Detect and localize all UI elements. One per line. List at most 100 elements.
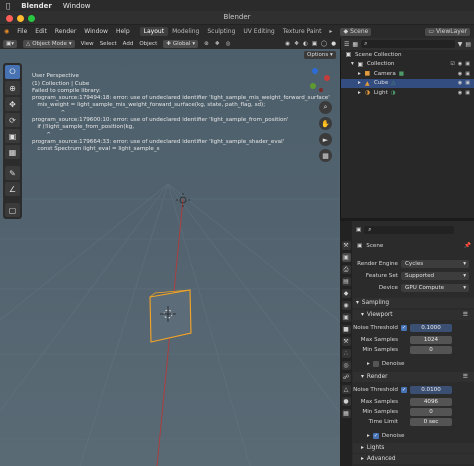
cube-object[interactable] — [149, 289, 192, 343]
blender-logo-icon[interactable]: ◉ — [0, 28, 13, 35]
filter-icon[interactable]: ▼ — [458, 41, 463, 48]
outliner-item-scene-collection[interactable]: ▣ Scene Collection — [341, 50, 474, 60]
neg-x-axis-handle[interactable] — [319, 88, 323, 92]
zoom-icon[interactable]: ⌕ — [319, 101, 332, 114]
tab-texture-paint[interactable]: Texture Paint — [279, 27, 326, 36]
cursor-tool-icon[interactable]: ⊕ — [5, 81, 20, 95]
tab-modeling[interactable]: Modeling — [168, 27, 203, 36]
apple-icon[interactable]:  — [6, 2, 10, 10]
options-dropdown[interactable]: Options ▾ — [304, 51, 336, 59]
eye-icon[interactable]: ◉ — [458, 71, 462, 77]
render-subpanel-header[interactable]: ▾ Render ☰ — [353, 372, 474, 382]
menu-select[interactable]: Select — [100, 41, 117, 47]
view-layer-tab-icon[interactable]: ▤ — [341, 277, 351, 286]
sampling-panel-header[interactable]: ▾ Sampling — [353, 298, 474, 308]
scale-tool-icon[interactable]: ▣ — [5, 129, 20, 143]
chevron-right-icon[interactable]: ▸ — [358, 90, 361, 96]
pin-icon[interactable]: 📌 — [464, 243, 474, 249]
world-tab-icon[interactable]: ◉ — [341, 301, 351, 310]
constraints-tab-icon[interactable]: ☍ — [341, 373, 351, 382]
add-cube-tool-icon[interactable]: ▢ — [5, 203, 20, 217]
xray-icon[interactable]: ▣ — [312, 41, 317, 47]
feature-set-select[interactable]: Supported ▾ — [401, 272, 469, 280]
material-tab-icon[interactable]: ● — [341, 397, 351, 406]
menu-add[interactable]: Add — [123, 41, 134, 47]
snap-icon[interactable]: ❖ — [215, 41, 220, 47]
camera-restrict-icon[interactable]: ▣ — [465, 61, 470, 67]
proportional-edit-icon[interactable]: ◎ — [226, 41, 231, 47]
particles-tab-icon[interactable]: ∴ — [341, 349, 351, 358]
chevron-right-icon[interactable]: ▸ — [367, 361, 370, 367]
camera-restrict-icon[interactable]: ▣ — [465, 90, 470, 96]
shading-wireframe-icon[interactable]: ◯ — [321, 41, 327, 47]
output-tab-icon[interactable]: ⎙ — [341, 265, 351, 274]
y-axis-handle[interactable] — [310, 83, 316, 89]
outliner-editor-icon[interactable]: ☰ — [344, 41, 349, 48]
r-min-input[interactable]: 0 — [410, 408, 452, 416]
render-engine-select[interactable]: Cycles ▾ — [401, 260, 469, 268]
r-noise-checkbox[interactable]: ✓ — [401, 387, 407, 393]
measure-tool-icon[interactable]: ∠ — [5, 182, 20, 196]
z-axis-handle[interactable] — [312, 68, 318, 74]
gizmo-icon[interactable]: ❖ — [294, 41, 299, 47]
camera-restrict-icon[interactable]: ▣ — [465, 71, 470, 77]
eye-icon[interactable]: ◉ — [458, 80, 462, 86]
view-layer-selector[interactable]: ▭ ViewLayer — [425, 27, 470, 36]
viewport-subpanel-header[interactable]: ▾ Viewport ☰ — [353, 310, 474, 320]
outliner-search-input[interactable]: ⌕ — [361, 40, 455, 48]
chevron-right-icon[interactable]: ▸ — [358, 71, 361, 77]
menu-file[interactable]: File — [13, 28, 31, 35]
chevron-down-icon[interactable]: ▾ — [351, 61, 354, 67]
chevron-right-icon[interactable]: ▸ — [358, 80, 361, 86]
tab-layout[interactable]: Layout — [139, 27, 169, 36]
pan-hand-icon[interactable]: ✋ — [319, 117, 332, 130]
advanced-panel-header[interactable]: ▸ Advanced — [353, 454, 474, 464]
presets-list-icon[interactable]: ☰ — [463, 312, 474, 318]
outliner-item-camera[interactable]: ▸ ■ Camera ■ ◉ ▣ — [341, 69, 474, 79]
annotate-tool-icon[interactable]: ✎ — [5, 166, 20, 180]
scene-selector[interactable]: ◆ Scene — [340, 27, 372, 36]
lights-panel-header[interactable]: ▸ Lights — [353, 443, 474, 453]
mac-app-menu[interactable]: Blender — [21, 2, 52, 10]
vp-noise-checkbox[interactable]: ✓ — [401, 325, 407, 331]
presets-list-icon[interactable]: ☰ — [463, 374, 474, 380]
visibility-icon[interactable]: ◉ — [285, 41, 290, 47]
modifier-tab-icon[interactable]: ⚒ — [341, 337, 351, 346]
outliner-display-icon[interactable]: ▦ — [352, 41, 358, 48]
data-tab-icon[interactable]: △ — [341, 385, 351, 394]
editor-type-button[interactable]: ▣▾ — [3, 39, 17, 48]
perspective-grid-icon[interactable]: ▦ — [319, 149, 332, 162]
workspace-scroll-icon[interactable]: ▸ — [325, 27, 336, 36]
navigation-gizmo[interactable] — [305, 64, 335, 98]
outliner-item-cube[interactable]: ▸ ▲ Cube △ ◉ ▣ — [341, 78, 474, 88]
menu-render[interactable]: Render — [51, 28, 80, 35]
eye-icon[interactable]: ◉ — [458, 90, 462, 96]
physics-tab-icon[interactable]: ◎ — [341, 361, 351, 370]
mode-selector[interactable]: △ Object Mode ▾ — [22, 39, 75, 48]
r-time-input[interactable]: 0 sec — [410, 418, 452, 426]
vp-min-input[interactable]: 0 — [410, 346, 452, 354]
new-collection-icon[interactable]: ▤ — [465, 41, 474, 48]
texture-tab-icon[interactable]: ▦ — [341, 409, 351, 418]
mac-window-menu[interactable]: Window — [63, 2, 91, 10]
editor-type-icon[interactable]: ▣ — [353, 227, 364, 233]
menu-view[interactable]: View — [81, 41, 94, 47]
menu-edit[interactable]: Edit — [31, 28, 51, 35]
tab-uv-editing[interactable]: UV Editing — [239, 27, 278, 36]
axis-gizmo[interactable] — [305, 64, 335, 98]
rotate-tool-icon[interactable]: ⟳ — [5, 113, 20, 127]
eye-icon[interactable]: ◉ — [458, 61, 462, 67]
properties-search-input[interactable]: ⌕ — [364, 226, 455, 234]
camera-restrict-icon[interactable]: ▣ — [465, 80, 470, 86]
move-tool-icon[interactable]: ✥ — [5, 97, 20, 111]
render-tab-icon[interactable]: ▣ — [341, 253, 351, 262]
r-noise-input[interactable]: 0.0100 — [410, 386, 452, 394]
shading-solid-icon[interactable]: ● — [331, 41, 336, 47]
transform-orientation-selector[interactable]: ✚ Global ▾ — [163, 39, 199, 48]
collection-tab-icon[interactable]: ▣ — [341, 313, 351, 322]
chevron-right-icon[interactable]: ▸ — [367, 433, 370, 439]
tool-tab-icon[interactable]: ⚒ — [341, 241, 351, 250]
device-select[interactable]: GPU Compute ▾ — [401, 284, 469, 292]
x-axis-handle[interactable] — [324, 75, 330, 81]
transform-tool-icon[interactable]: ▦ — [5, 145, 20, 159]
